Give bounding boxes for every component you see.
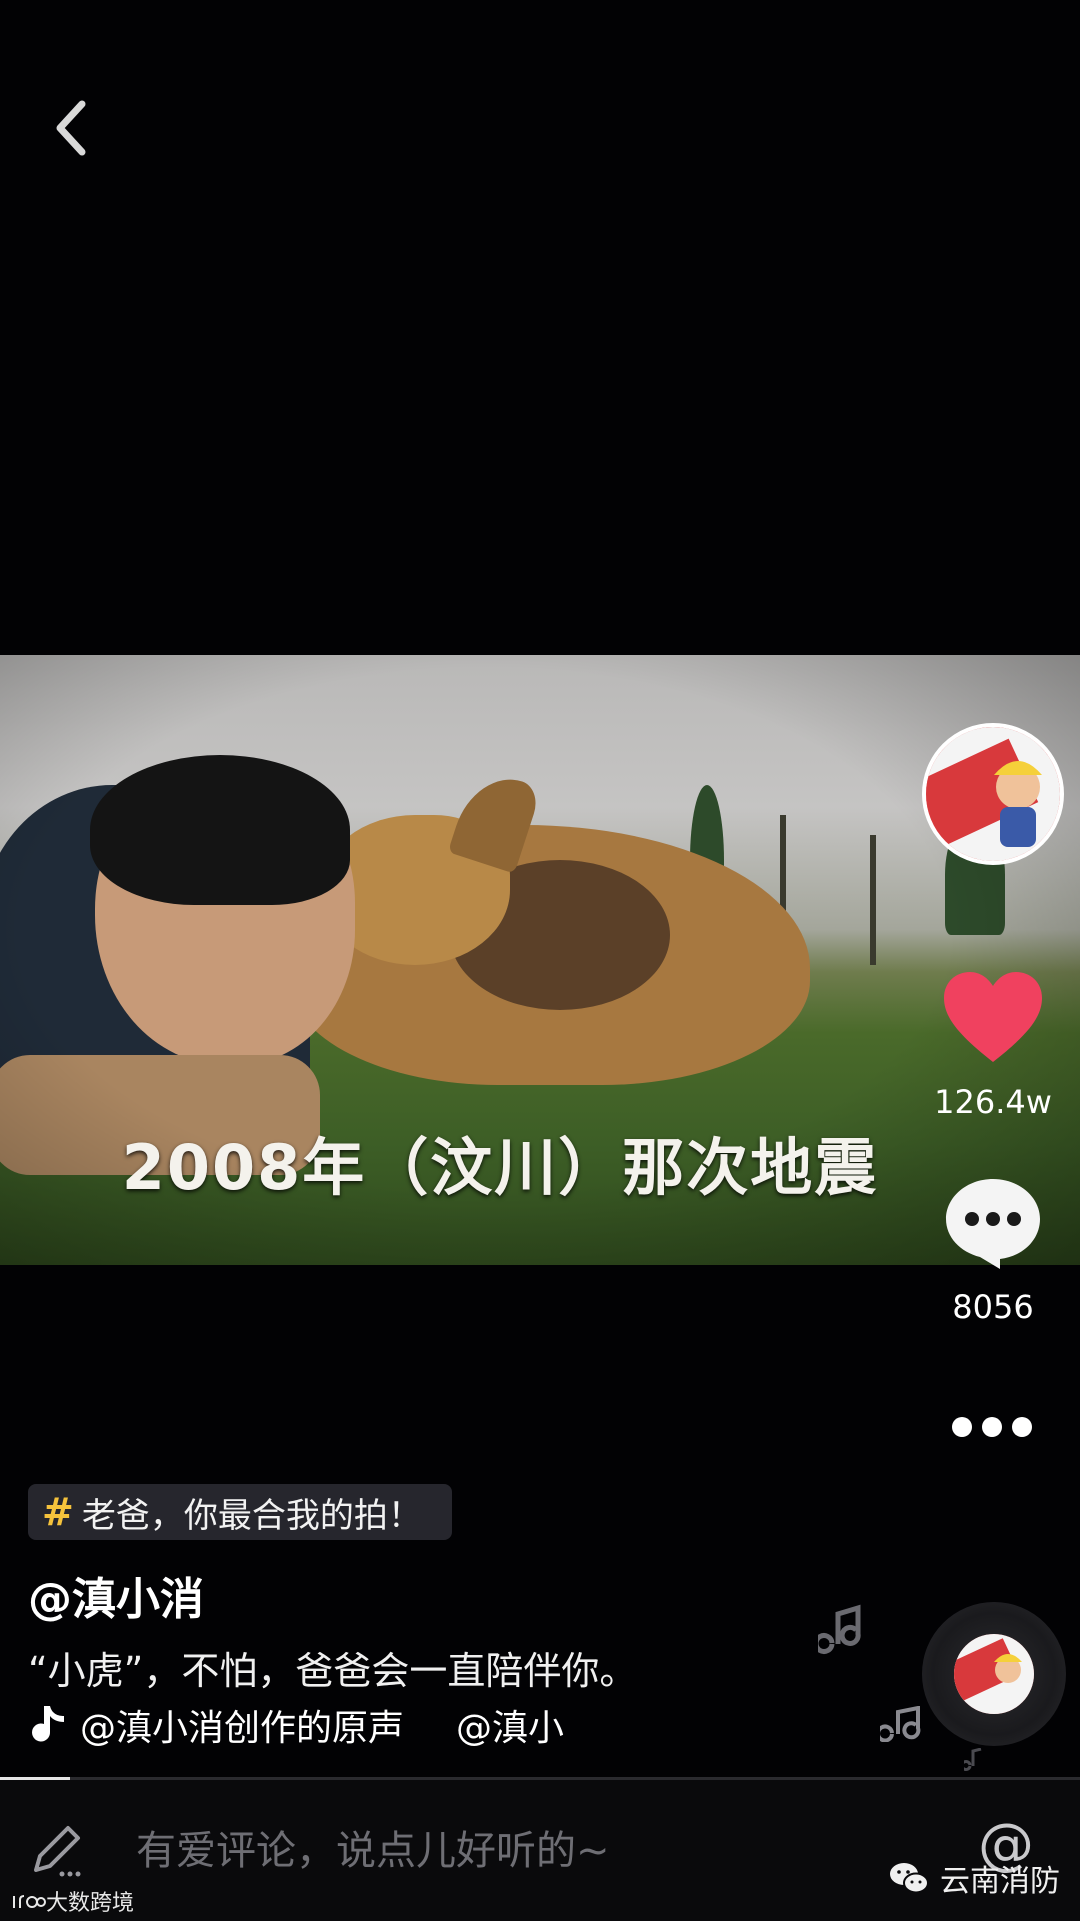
video-caption: 2008年（汶川）那次地震 <box>121 1131 879 1204</box>
back-button[interactable] <box>44 92 104 162</box>
comment-input[interactable] <box>134 1818 758 1884</box>
music-title-repeat: @滇小 <box>456 1708 565 1749</box>
brand-logo-icon <box>13 1895 46 1908</box>
floating-note-icon <box>818 1604 861 1654</box>
chevron-left-icon <box>56 100 86 156</box>
like-button[interactable] <box>940 970 1046 1066</box>
comment-count: 8056 <box>952 1288 1034 1326</box>
hashtag-label: 老爸，你最合我的拍！ <box>81 1495 422 1536</box>
floating-note-icon <box>964 1748 982 1771</box>
wechat-icon <box>890 1863 929 1894</box>
floating-note-icon <box>880 1706 921 1742</box>
hashtag-icon: # <box>42 1490 74 1534</box>
more-button[interactable] <box>950 1415 1034 1439</box>
creator-avatar[interactable] <box>922 723 1064 865</box>
watermark-left-text: 大数跨境 <box>46 1891 135 1916</box>
like-count: 126.4w <box>934 1083 1052 1121</box>
video-description: “小虎”，不怕，爸爸会一直陪伴你。 <box>28 1649 638 1693</box>
comment-button[interactable] <box>942 1175 1044 1271</box>
music-disc-cover <box>954 1634 1034 1714</box>
ellipsis-icon <box>952 1417 1032 1437</box>
mascot-avatar <box>954 1634 1034 1714</box>
pencil-icon[interactable] <box>28 1820 88 1880</box>
watermark-right: 云南消防 <box>888 1856 1060 1900</box>
hashtag-chip[interactable]: # 老爸，你最合我的拍！ <box>28 1484 452 1540</box>
heart-icon <box>944 972 1042 1062</box>
music-disc[interactable] <box>922 1602 1066 1746</box>
music-row[interactable]: @滇小消创作的原声 @滇小 <box>28 1700 598 1750</box>
speech-bubble-icon <box>946 1179 1040 1269</box>
mascot-avatar <box>926 727 1060 861</box>
music-title: @滇小消创作的原声 <box>80 1708 405 1749</box>
video-player[interactable]: 2008年（汶川）那次地震 <box>0 655 1080 1265</box>
author-name[interactable]: @滇小消 <box>28 1563 204 1627</box>
watermark-left: 大数跨境 <box>10 1885 134 1917</box>
watermark-right-text: 云南消防 <box>940 1864 1060 1899</box>
music-note-icon <box>32 1706 64 1742</box>
music-marquee: @滇小消创作的原声 @滇小 <box>80 1700 564 1750</box>
